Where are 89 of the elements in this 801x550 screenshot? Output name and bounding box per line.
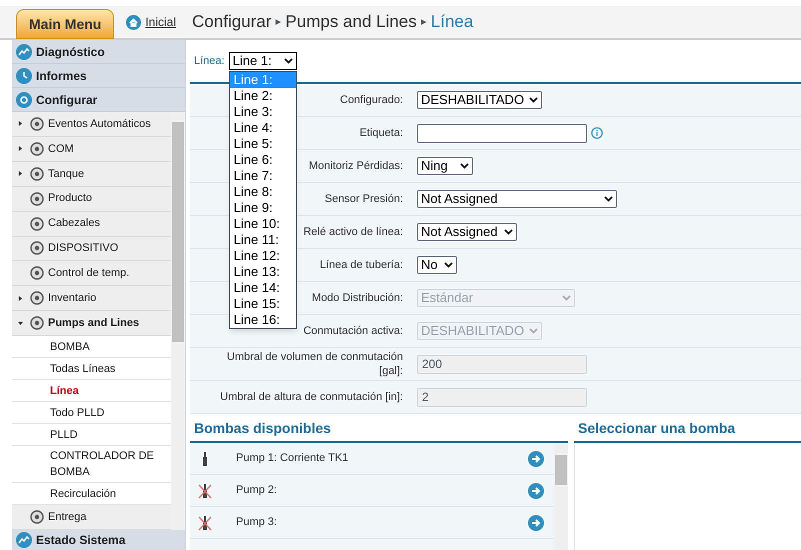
dropdown-field[interactable]: Ning bbox=[417, 157, 473, 175]
dropdown-option[interactable]: Line 2: bbox=[230, 88, 296, 104]
sidebar-subitem[interactable]: BOMBA bbox=[12, 336, 171, 358]
dropdown-field[interactable]: Not Assigned bbox=[417, 190, 617, 208]
field-label: Etiqueta: bbox=[360, 126, 403, 140]
circle-icon bbox=[30, 192, 44, 206]
dropdown-option[interactable]: Line 3: bbox=[230, 104, 296, 120]
sidebar-item[interactable]: COM bbox=[12, 136, 171, 162]
circle-icon bbox=[30, 266, 44, 280]
dropdown-option[interactable]: Line 12: bbox=[230, 248, 296, 264]
sidebar-section[interactable]: Configurar bbox=[12, 88, 185, 112]
arrow-right-icon[interactable] bbox=[528, 482, 544, 498]
pump-name: Pump 1: Corriente TK1 bbox=[236, 451, 350, 466]
dropdown-option[interactable]: Line 13: bbox=[230, 264, 296, 280]
dropdown-option[interactable]: Line 7: bbox=[230, 168, 296, 184]
dropdown-option[interactable]: Line 4: bbox=[230, 120, 296, 136]
breadcrumb-separator: ▸ bbox=[420, 14, 427, 30]
circle-icon bbox=[30, 291, 44, 306]
sidebar-subitem[interactable]: CONTROLADOR DE BOMBA bbox=[12, 446, 171, 484]
home-link[interactable]: Inicial bbox=[145, 13, 176, 31]
sidebar-section[interactable]: Diagnóstico bbox=[12, 40, 185, 64]
dropdown-option[interactable]: Line 6: bbox=[230, 152, 296, 168]
chevron-down-icon bbox=[444, 262, 453, 268]
circle-icon bbox=[30, 216, 44, 231]
circle-icon bbox=[30, 142, 44, 156]
dropdown-option[interactable]: Line 16: bbox=[230, 312, 296, 328]
sidebar-item[interactable]: Eventos Automáticos bbox=[12, 112, 171, 137]
breadcrumb-item[interactable]: Configurar bbox=[192, 9, 272, 35]
breadcrumb-separator: ▸ bbox=[275, 14, 282, 30]
pump-name: Pump 3: bbox=[236, 515, 278, 530]
dropdown-option[interactable]: Line 11: bbox=[230, 232, 296, 248]
field-label: Umbral de altura de conmutación [in]: bbox=[220, 390, 403, 404]
dropdown-field[interactable]: Not Assigned bbox=[417, 223, 517, 241]
sidebar-item[interactable]: Producto bbox=[12, 186, 171, 212]
sidebar-subitem[interactable]: Todo PLLD bbox=[12, 402, 171, 424]
field-label: Configurado: bbox=[340, 93, 403, 107]
dropdown-field[interactable]: No bbox=[417, 256, 457, 274]
chevron-down-icon bbox=[562, 295, 571, 301]
line-dropdown[interactable]: Line 1: bbox=[228, 52, 297, 70]
dropdown-option[interactable]: Line 5: bbox=[230, 136, 296, 152]
sidebar-section[interactable]: Informes bbox=[12, 64, 185, 88]
field-label: Conmutación activa: bbox=[303, 324, 403, 338]
sidebar-subitem[interactable]: Recirculación bbox=[12, 483, 171, 506]
dropdown-field[interactable]: DESHABILITADO bbox=[417, 91, 542, 109]
dropdown-option[interactable]: Line 15: bbox=[230, 296, 296, 312]
field-label: Sensor Presión: bbox=[324, 192, 403, 206]
main-menu-button[interactable]: Main Menu bbox=[16, 9, 114, 39]
circle-icon bbox=[30, 510, 44, 524]
dropdown-option[interactable]: Line 9: bbox=[230, 200, 296, 216]
sidebar-subitem[interactable]: PLLD bbox=[12, 424, 171, 446]
arrow-right-icon[interactable] bbox=[528, 450, 544, 466]
chevron-down-icon bbox=[504, 229, 513, 235]
dropdown-option[interactable]: Line 10: bbox=[230, 216, 296, 232]
sidebar-item[interactable]: DISPOSITIVO bbox=[12, 236, 171, 262]
sidebar-item[interactable]: Cabezales bbox=[12, 212, 171, 237]
field-label: Modo Distribución: bbox=[312, 291, 403, 305]
field-label: Línea de tubería: bbox=[320, 258, 403, 272]
field-label: Umbral de volumen de conmutación [gal]: bbox=[226, 350, 403, 378]
circle-icon bbox=[30, 166, 44, 181]
sidebar-item[interactable]: Tanque bbox=[12, 162, 171, 187]
field-label: Relé activo de línea: bbox=[303, 225, 403, 239]
text-field[interactable] bbox=[417, 124, 587, 142]
chevron-down-icon bbox=[529, 97, 538, 103]
field-label: Monitoriz Pérdidas: bbox=[308, 159, 403, 173]
sidebar-subitem[interactable]: Línea bbox=[12, 380, 171, 402]
chevron-down-icon bbox=[529, 328, 538, 334]
breadcrumb-item: Línea bbox=[430, 11, 474, 34]
chevron-down-icon bbox=[284, 58, 293, 64]
circle-icon bbox=[30, 316, 44, 330]
sidebar-subitem[interactable]: Todas Líneas bbox=[12, 358, 171, 380]
clock-icon bbox=[16, 68, 32, 84]
sidebar-item[interactable]: Control de temp. bbox=[12, 261, 171, 286]
sidebar-footer[interactable]: Estado Sistema bbox=[12, 530, 185, 550]
circle-icon bbox=[30, 241, 44, 256]
dropdown-option[interactable]: Line 14: bbox=[230, 280, 296, 296]
home-icon bbox=[126, 14, 142, 30]
chart-icon bbox=[16, 532, 32, 548]
pump-name: Pump 2: bbox=[236, 483, 278, 498]
line-label: Línea: bbox=[194, 54, 225, 69]
arrow-right-icon[interactable] bbox=[528, 514, 544, 530]
chevron-down-icon bbox=[604, 196, 613, 202]
chart-icon bbox=[16, 44, 32, 60]
dropdown-option[interactable]: Line 8: bbox=[230, 184, 296, 200]
sidebar-item[interactable]: Inventario bbox=[12, 286, 171, 312]
scrollbar[interactable] bbox=[554, 443, 568, 550]
breadcrumb-item[interactable]: Pumps and Lines bbox=[285, 9, 417, 35]
circle-icon bbox=[30, 116, 44, 131]
info-icon[interactable] bbox=[591, 127, 603, 139]
chevron-down-icon bbox=[460, 163, 469, 169]
